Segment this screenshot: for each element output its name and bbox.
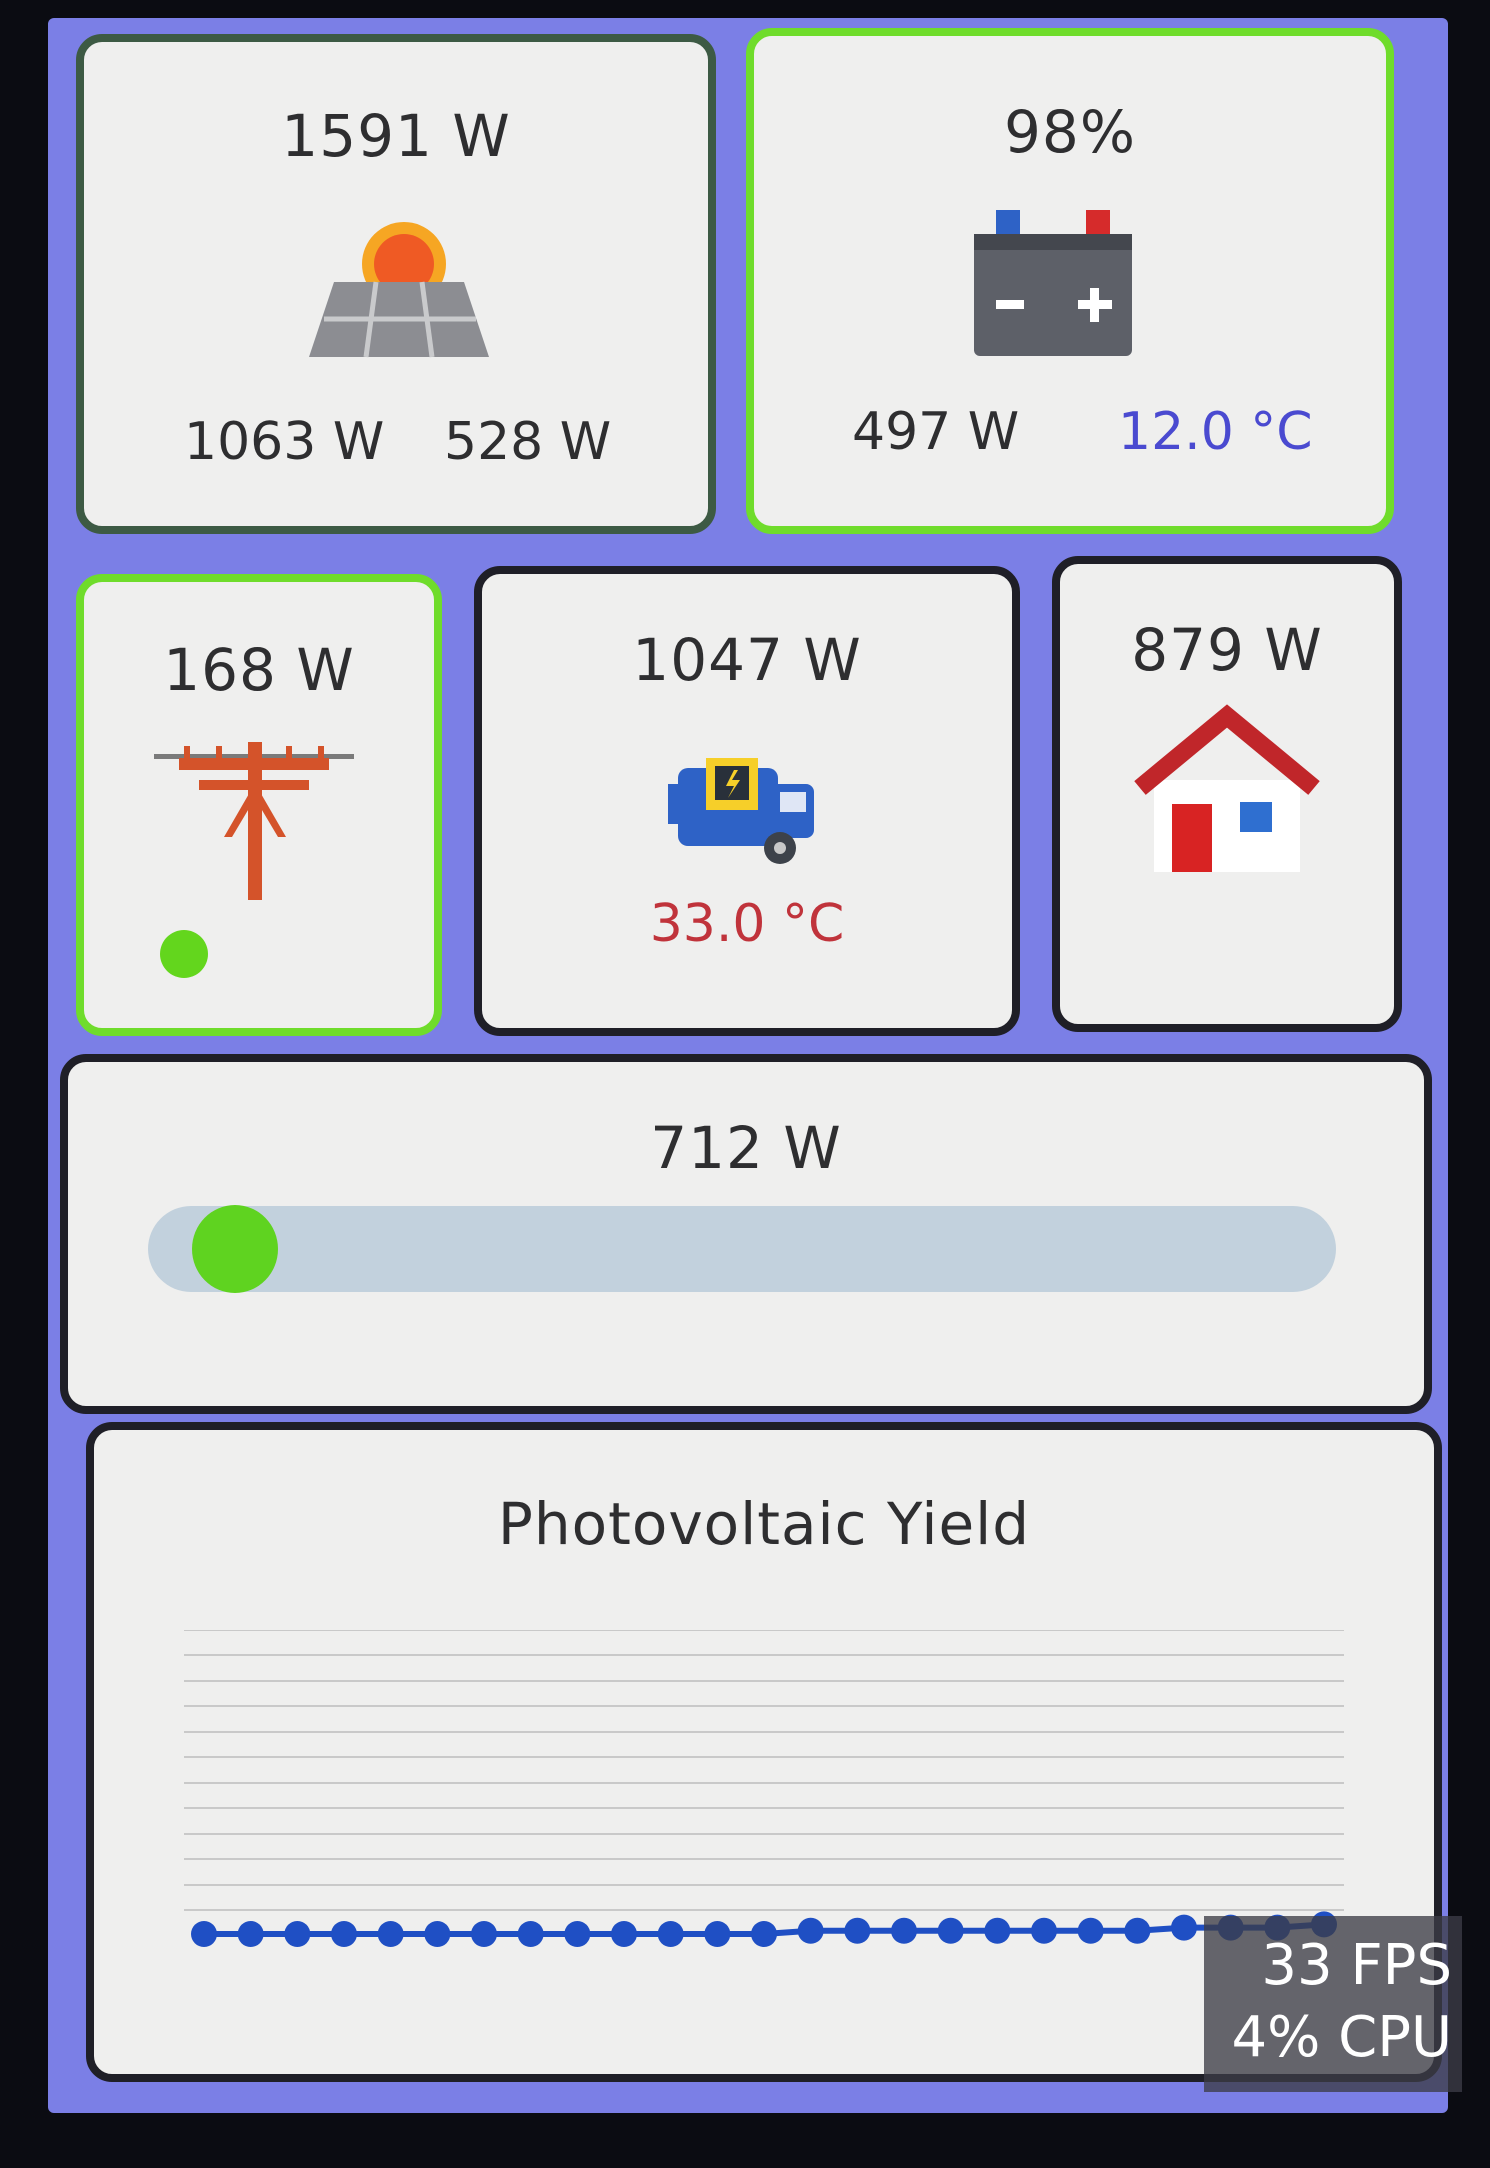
house-icon xyxy=(1134,704,1320,872)
pv-yield-title: Photovoltaic Yield xyxy=(497,1490,1031,1558)
dashboard-screen: 1591 W 1063 W 528 W 98% 497 W 12.0 °C 16… xyxy=(48,18,1448,2113)
consumption-power: 712 W xyxy=(650,1114,842,1182)
fps-counter: 33 FPS xyxy=(1261,1933,1452,1998)
solar-string1-power: 1063 W xyxy=(184,412,385,472)
pv-yield-point xyxy=(844,1917,871,1944)
grid-power: 168 W xyxy=(163,636,355,704)
consumption-card[interactable]: 712 W xyxy=(60,1054,1432,1414)
house-card[interactable]: 879 W xyxy=(1052,556,1402,1032)
pv-yield-point xyxy=(191,1921,217,1947)
pv-yield-point xyxy=(424,1921,451,1947)
pv-yield-point xyxy=(237,1921,264,1947)
consumption-indicator xyxy=(192,1205,278,1293)
pv-yield-point xyxy=(891,1917,917,1944)
pv-yield-point xyxy=(1171,1914,1197,1941)
inverter-card[interactable]: 1047 W 33.0 °C xyxy=(474,566,1020,1036)
pv-yield-point xyxy=(377,1921,404,1947)
battery-power: 497 W xyxy=(852,402,1020,462)
pv-yield-point xyxy=(704,1921,731,1947)
cpu-usage: 4% CPU xyxy=(1231,2005,1453,2070)
inverter-power: 1047 W xyxy=(632,626,862,694)
pv-yield-point xyxy=(471,1921,497,1947)
inverter-temperature: 33.0 °C xyxy=(649,894,845,954)
pv-yield-chart xyxy=(184,1630,1344,1947)
pv-yield-point xyxy=(657,1921,684,1947)
battery-icon xyxy=(974,210,1132,356)
grid-card[interactable]: 168 W xyxy=(76,574,442,1036)
grid-status-indicator xyxy=(160,930,208,978)
pv-yield-point xyxy=(611,1921,637,1947)
pv-yield-point xyxy=(331,1921,357,1947)
solar-card[interactable]: 1591 W 1063 W 528 W xyxy=(76,34,716,534)
consumption-track xyxy=(148,1205,1336,1293)
solar-string2-power: 528 W xyxy=(444,412,612,472)
battery-card[interactable]: 98% 497 W 12.0 °C xyxy=(746,28,1394,534)
pv-yield-point xyxy=(284,1921,311,1947)
pv-yield-point xyxy=(797,1917,824,1944)
house-power: 879 W xyxy=(1131,616,1323,684)
pv-yield-point xyxy=(984,1917,1011,1944)
pv-yield-point xyxy=(1077,1917,1104,1944)
pv-yield-point xyxy=(564,1921,591,1947)
solar-panel-sun-icon xyxy=(309,222,489,358)
pv-yield-point xyxy=(937,1917,964,1944)
pv-yield-point xyxy=(751,1921,777,1947)
power-pole-icon xyxy=(154,742,354,900)
pv-yield-point xyxy=(1031,1917,1057,1944)
battery-temperature: 12.0 °C xyxy=(1118,402,1313,462)
inverter-generator-icon xyxy=(668,758,814,864)
battery-soc: 98% xyxy=(1004,98,1136,166)
performance-overlay: 33 FPS 4% CPU xyxy=(1204,1916,1462,2092)
pv-yield-point xyxy=(1124,1917,1151,1944)
solar-total-power: 1591 W xyxy=(281,102,511,170)
pv-yield-point xyxy=(517,1921,544,1947)
